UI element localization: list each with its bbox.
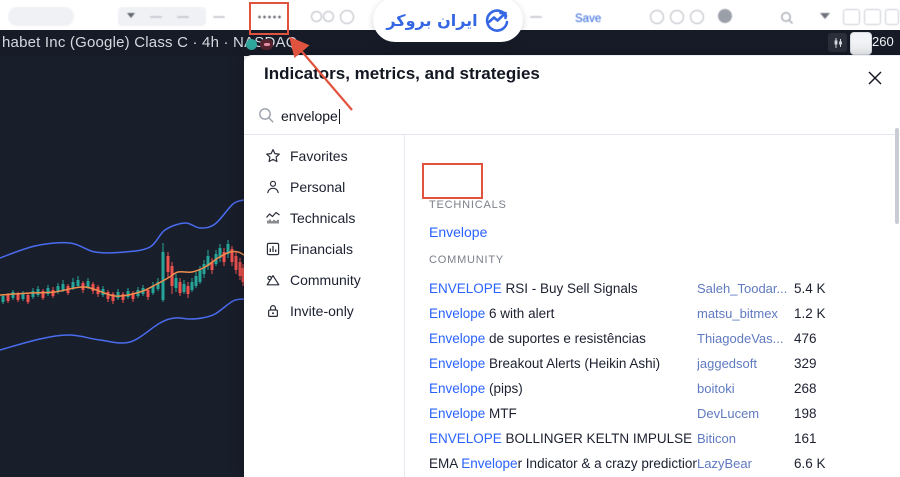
script-result-row[interactable]: ENVELOPE RSI - Buy Sell Signals Saleh_Too… xyxy=(405,276,900,301)
financials-icon xyxy=(264,240,282,258)
close-button[interactable] xyxy=(864,67,886,89)
candle-style-button[interactable] xyxy=(177,16,189,18)
sidebar-item-label: Personal xyxy=(290,178,346,195)
script-title[interactable]: ENVELOPE RSI - Buy Sell Signals xyxy=(429,281,697,296)
script-title[interactable]: Envelope Breakout Alerts (Heikin Ashi) xyxy=(429,356,697,371)
toolbar-circle-icon[interactable] xyxy=(670,10,684,24)
script-author-link[interactable]: Saleh_Toodar... xyxy=(697,281,794,296)
broker-wordmark: ایران بروکر xyxy=(386,10,478,30)
person-icon xyxy=(264,178,282,196)
script-result-row[interactable]: Envelope de suportes e resistências Thiag… xyxy=(405,326,900,351)
toolbar-circle-icon[interactable] xyxy=(690,10,704,24)
script-title[interactable]: Envelope de suportes e resistências xyxy=(429,331,697,346)
script-author-link[interactable]: boitoki xyxy=(697,381,794,396)
settings-button[interactable] xyxy=(864,9,881,25)
star-icon xyxy=(264,147,282,165)
compare-button[interactable] xyxy=(213,16,225,18)
sidebar-item-personal[interactable]: Personal xyxy=(244,171,404,202)
community-rows: ENVELOPE RSI - Buy Sell Signals Saleh_Too… xyxy=(405,276,900,477)
search-bar[interactable]: envelope xyxy=(244,101,900,135)
toolbar-separator xyxy=(150,16,162,18)
avatar[interactable] xyxy=(718,9,732,23)
sidebar-item-label: Technicals xyxy=(290,209,356,226)
funnel-icon xyxy=(127,13,135,18)
script-title[interactable]: Envelope MTF xyxy=(429,406,697,421)
alert-icon[interactable] xyxy=(311,11,322,22)
script-likes-count: 1.2 K xyxy=(794,306,826,321)
script-result-row[interactable]: Envelope Breakout Alerts (Heikin Ashi) ja… xyxy=(405,351,900,376)
sidebar-item-invite-only[interactable]: Invite-only xyxy=(244,295,404,326)
script-result-row[interactable]: EMA Enveloper Indicator & a crazy predic… xyxy=(405,451,900,476)
script-author-link[interactable]: Biticon xyxy=(697,431,794,446)
candlestick-glyph-icon xyxy=(834,37,842,48)
search-icon[interactable] xyxy=(780,11,794,25)
sidebar-item-label: Favorites xyxy=(290,147,348,164)
sidebar-item-label: Invite-only xyxy=(290,302,354,319)
sidebar-item-technicals[interactable]: Technicals xyxy=(244,202,404,233)
lock-icon xyxy=(264,302,282,320)
results-list: TECHNICALS Envelope COMMUNITY ENVELOPE R… xyxy=(405,135,900,477)
tradingview-screen: Save habet Inc (Google) Class C · 4h · N… xyxy=(0,0,900,477)
sidebar-item-favorites[interactable]: Favorites xyxy=(244,140,404,171)
script-likes-count: 268 xyxy=(794,381,817,396)
script-likes-count: 6.6 K xyxy=(794,456,826,471)
chart-canvas[interactable] xyxy=(0,56,245,477)
text-caret xyxy=(338,109,340,124)
script-result-row[interactable]: Envelope 6 with alert matsu_bitmex 1.2 K xyxy=(405,301,900,326)
toolbar-circle-icon[interactable] xyxy=(650,10,664,24)
broker-watermark: ایران بروکر xyxy=(373,0,523,42)
sidebar-item-financials[interactable]: Financials xyxy=(244,233,404,264)
candle-chart-icon[interactable] xyxy=(828,33,847,52)
publish-caret-icon[interactable] xyxy=(820,13,830,19)
layout-button[interactable] xyxy=(843,9,860,25)
search-input[interactable]: envelope xyxy=(281,108,340,124)
save-button[interactable]: Save xyxy=(575,13,601,25)
indicators-button[interactable] xyxy=(257,15,281,19)
symbol-search-pill[interactable] xyxy=(8,7,74,26)
replay-icon[interactable] xyxy=(323,11,334,22)
script-author-link[interactable]: LazyBear xyxy=(697,456,794,471)
script-likes-count: 329 xyxy=(794,356,817,371)
community-icon xyxy=(264,271,282,289)
script-likes-count: 161 xyxy=(794,431,817,446)
result-envelope-technical[interactable]: Envelope xyxy=(429,224,487,240)
script-author-link[interactable]: jaggedsoft xyxy=(697,356,794,371)
script-result-row[interactable]: Envelope (pips) boitoki 268 xyxy=(405,376,900,401)
indicators-dialog: Indicators, metrics, and strategies enve… xyxy=(244,55,900,477)
script-likes-count: 198 xyxy=(794,406,817,421)
script-result-row[interactable]: ENVELOPE BOLLINGER KELTN IMPULSE EMA S..… xyxy=(405,426,900,451)
screenshot-button[interactable] xyxy=(850,32,872,55)
script-result-row[interactable]: Envelope MTF DevLucem 198 xyxy=(405,401,900,426)
script-title[interactable]: Envelope (pips) xyxy=(429,381,697,396)
script-author-link[interactable]: DevLucem xyxy=(697,406,794,421)
toolbar-circle-icon[interactable] xyxy=(340,10,354,24)
script-title[interactable]: ENVELOPE BOLLINGER KELTN IMPULSE EMA S..… xyxy=(429,431,697,446)
fullscreen-button[interactable] xyxy=(885,9,899,25)
script-author-link[interactable]: matsu_bitmex xyxy=(697,306,794,321)
broker-logo-icon xyxy=(485,9,508,32)
x-icon xyxy=(868,71,882,85)
dialog-sidebar: Favorites Personal Technicals Financials Com… xyxy=(244,135,404,477)
section-header-technicals: TECHNICALS xyxy=(429,199,507,211)
script-title[interactable]: Envelope 6 with alert xyxy=(429,306,697,321)
record-badge-icon xyxy=(260,39,273,50)
dialog-title: Indicators, metrics, and strategies xyxy=(264,64,540,83)
chart-svg xyxy=(0,199,245,351)
script-likes-count: 5.4 K xyxy=(794,281,826,296)
search-value: envelope xyxy=(281,108,338,124)
scrollbar-thumb[interactable] xyxy=(895,128,899,224)
section-header-community: COMMUNITY xyxy=(429,254,505,266)
script-author-link[interactable]: ThiagodeVas... xyxy=(697,331,794,346)
price-scale-label: 260 xyxy=(872,34,894,49)
sidebar-item-label: Community xyxy=(290,271,361,288)
script-likes-count: 476 xyxy=(794,331,817,346)
technicals-icon xyxy=(264,209,282,227)
symbol-logo-icon xyxy=(246,39,257,50)
undo-button[interactable] xyxy=(530,16,542,18)
magnifier-icon xyxy=(259,108,274,123)
sidebar-item-label: Financials xyxy=(290,240,354,257)
sidebar-item-community[interactable]: Community xyxy=(244,264,404,295)
script-title[interactable]: EMA Enveloper Indicator & a crazy predic… xyxy=(429,456,697,471)
